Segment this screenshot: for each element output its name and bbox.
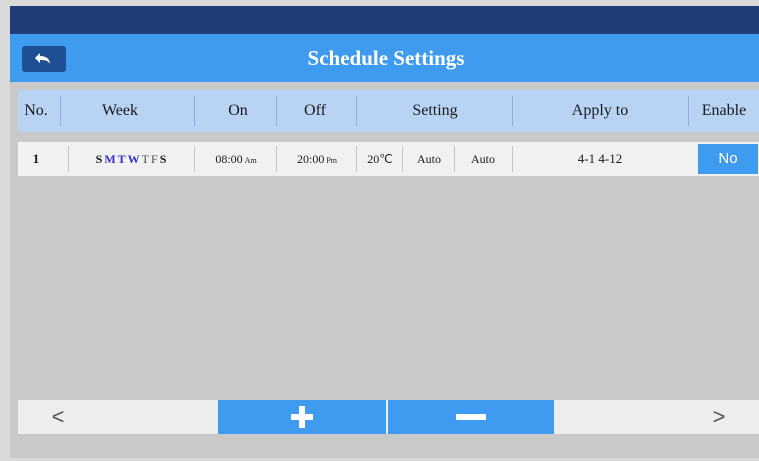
column-header-apply-to: Apply to <box>571 102 629 119</box>
row-divider <box>402 146 403 172</box>
on-time-value: 08:00 <box>215 152 243 166</box>
row-divider <box>68 146 69 172</box>
column-header-week: Week <box>101 102 139 119</box>
on-time-ampm: Am <box>244 156 257 165</box>
header-divider <box>276 96 277 126</box>
weekday-fri[interactable]: F <box>151 142 158 176</box>
add-schedule-button[interactable] <box>218 400 386 434</box>
weekday-wed[interactable]: W <box>128 142 140 176</box>
column-header-off: Off <box>304 102 326 119</box>
enable-toggle-button[interactable]: No <box>698 144 758 174</box>
column-header-no: No. <box>24 102 48 119</box>
row-divider <box>454 146 455 172</box>
off-time[interactable]: 20:00 Pm <box>278 142 356 176</box>
row-number: 1 <box>32 151 40 166</box>
off-time-value: 20:00 <box>296 152 325 166</box>
mode-setting[interactable]: Auto <box>404 142 454 176</box>
row-divider <box>276 146 277 172</box>
column-header-on: On <box>228 102 248 119</box>
header-divider <box>356 96 357 126</box>
remove-schedule-button[interactable] <box>388 400 554 434</box>
minus-icon <box>456 414 486 420</box>
table-header: No. Week On Off Setting Apply to Enable <box>18 90 759 132</box>
plus-icon <box>291 406 313 428</box>
row-divider <box>356 146 357 172</box>
off-time-ampm: Pm <box>326 156 337 165</box>
weekday-mon[interactable]: M <box>104 142 115 176</box>
apply-to-value[interactable]: 4-1 4-12 <box>512 142 688 176</box>
weekday-thu[interactable]: T <box>142 142 149 176</box>
previous-page-button[interactable]: < <box>18 400 98 434</box>
fan-setting[interactable]: Auto <box>456 142 510 176</box>
temperature-setting[interactable]: 20℃ <box>358 142 402 176</box>
header-divider <box>194 96 195 126</box>
column-header-setting: Setting <box>412 102 458 119</box>
column-header-enable: Enable <box>701 102 747 119</box>
on-time[interactable]: 08:00 Am <box>196 142 276 176</box>
weekday-sun[interactable]: S <box>96 142 103 176</box>
next-page-button[interactable]: > <box>678 400 759 434</box>
table-row[interactable]: 1 SMTWTFS 08:00 Am 20:00 Pm 20℃ Auto Auto … <box>18 142 759 176</box>
weekday-selector[interactable]: SMTWTFS <box>70 142 192 176</box>
weekday-sat[interactable]: S <box>160 142 167 176</box>
screen: Schedule Settings No. Week On Off Settin… <box>10 6 759 458</box>
page-title: Schedule Settings <box>307 46 465 70</box>
row-divider <box>194 146 195 172</box>
header-divider <box>60 96 61 126</box>
status-bar <box>10 6 759 34</box>
weekday-tue[interactable]: T <box>118 142 126 176</box>
bottom-toolbar: < > <box>18 400 759 434</box>
